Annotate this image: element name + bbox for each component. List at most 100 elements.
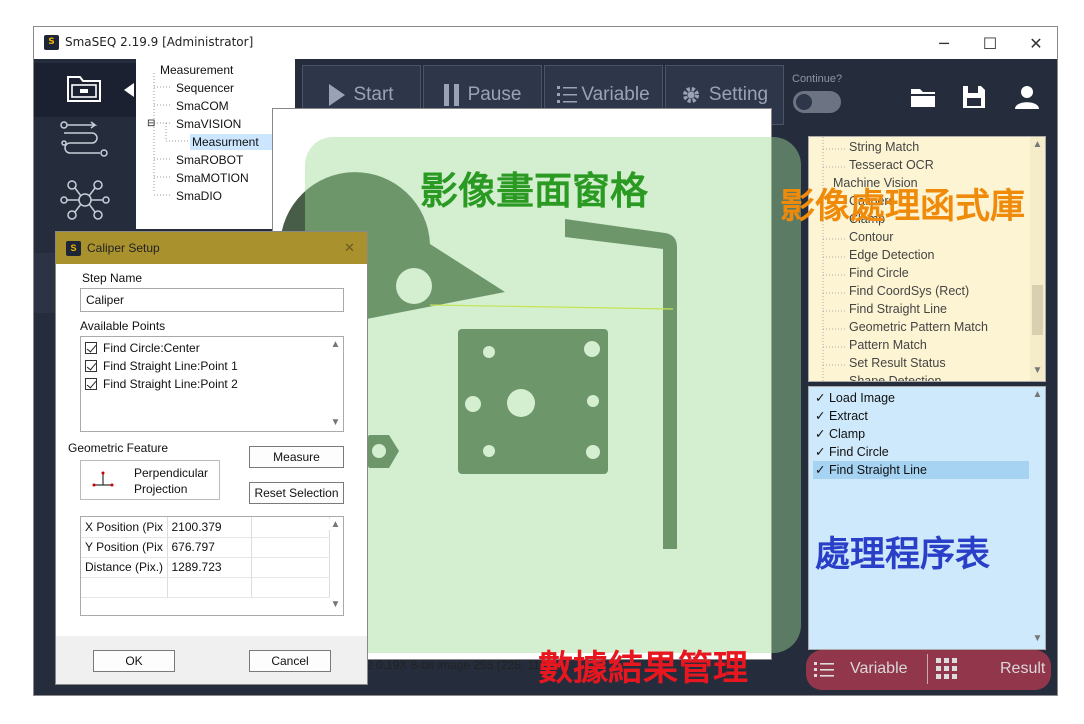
check-icon: ✓: [815, 409, 826, 423]
list-icon: [557, 86, 578, 103]
scroll-down-icon[interactable]: ▼: [1030, 633, 1045, 644]
library-item[interactable]: Find Straight Line: [849, 302, 947, 316]
open-folder-icon[interactable]: [909, 83, 937, 111]
tree-item-smarobot[interactable]: SmaROBOT: [176, 152, 243, 168]
tree-item-smacom[interactable]: SmaCOM: [176, 98, 229, 114]
reset-selection-button[interactable]: Reset Selection: [249, 482, 344, 504]
feature-name-line1: Perpendicular: [134, 466, 209, 480]
result-tab-label: Result: [1000, 660, 1046, 677]
sidebar-item-files[interactable]: [34, 63, 136, 117]
variable-tab-label: Variable: [850, 660, 908, 677]
status-bar-text: 2 0.19X 8-bit image 255 (225, 110): [366, 658, 551, 672]
setting-label: Setting: [708, 84, 769, 105]
library-item[interactable]: Tesseract OCR: [849, 158, 934, 172]
library-item[interactable]: Contour: [849, 230, 893, 244]
table-row[interactable]: Distance (Pix.) 1289.723: [81, 557, 330, 578]
scroll-up-icon[interactable]: ▲: [328, 519, 343, 530]
process-item[interactable]: ✓ Clamp: [813, 425, 1029, 443]
close-button[interactable]: ✕: [1013, 27, 1057, 59]
tree-item-sequencer[interactable]: Sequencer: [176, 80, 234, 96]
checkbox-checked[interactable]: [85, 342, 97, 354]
feature-name-line2: Projection: [134, 482, 188, 496]
function-library[interactable]: String Match Tesseract OCR Machine Visio…: [808, 136, 1046, 382]
pause-label: Pause: [467, 84, 522, 105]
result-tab[interactable]: Result: [936, 654, 1045, 684]
library-item[interactable]: String Match: [849, 140, 919, 154]
tab-divider: [927, 654, 928, 684]
checkbox-checked[interactable]: [85, 378, 97, 390]
network-icon[interactable]: [52, 177, 118, 223]
start-label: Start: [353, 84, 394, 105]
library-item[interactable]: Edge Detection: [849, 248, 934, 262]
library-scrollbar[interactable]: ▲ ▼: [1030, 137, 1045, 381]
perpendicular-icon: [92, 471, 114, 487]
library-item[interactable]: Pattern Match: [849, 338, 927, 352]
dialog-title-bar: S Caliper Setup ✕: [56, 232, 367, 264]
geometric-feature-label: Geometric Feature: [68, 441, 169, 455]
ok-button[interactable]: OK: [93, 650, 175, 672]
library-item[interactable]: Shape Detection: [849, 374, 941, 381]
library-item[interactable]: Find Circle: [849, 266, 909, 280]
process-item[interactable]: ✓ Load Image: [813, 389, 1029, 407]
table-row[interactable]: [81, 577, 330, 598]
point-item[interactable]: Find Straight Line:Point 2: [85, 375, 238, 393]
results-table: X Position (Pix 2100.379 Y Position (Pix 6…: [81, 517, 330, 598]
library-item[interactable]: Find CoordSys (Rect): [849, 284, 969, 298]
process-item-selected[interactable]: ✓ Find Straight Line: [813, 461, 1029, 479]
collapse-arrow-icon[interactable]: [124, 83, 134, 97]
check-icon: ✓: [815, 427, 826, 441]
continue-toggle[interactable]: [793, 91, 841, 113]
measure-button[interactable]: Measure: [249, 446, 344, 468]
list-icon: [814, 662, 834, 677]
tree-expander-icon[interactable]: ⊟: [147, 116, 155, 132]
app-logo-icon: S: [66, 241, 81, 256]
point-item[interactable]: Find Circle:Center: [85, 339, 200, 357]
tree-item-smadio[interactable]: SmaDIO: [176, 188, 222, 204]
tree-item-smamotion[interactable]: SmaMOTION: [176, 170, 249, 186]
step-name-label: Step Name: [82, 271, 143, 285]
workflow-icon[interactable]: [52, 119, 118, 165]
process-list[interactable]: ✓ Load Image ✓ Extract ✓ Clamp ✓ Find Ci…: [808, 386, 1046, 650]
maximize-button[interactable]: ☐: [967, 27, 1013, 59]
variable-tab[interactable]: Variable: [814, 654, 908, 684]
available-points-list[interactable]: Find Circle:Center Find Straight Line:Po…: [80, 336, 344, 432]
scroll-down-icon[interactable]: ▼: [328, 417, 343, 428]
dialog-close-button[interactable]: ✕: [344, 240, 355, 256]
scroll-down-icon[interactable]: ▼: [328, 599, 343, 610]
title-bar: S SmaSEQ 2.19.9 [Administrator] ─ ☐ ✕: [34, 27, 1057, 59]
dialog-body: Step Name Caliper Available Points Find …: [56, 264, 367, 636]
scroll-up-icon[interactable]: ▲: [328, 339, 343, 350]
annotation-image-pane: 影像畫面窗格: [420, 169, 649, 213]
annotation-results: 數據結果管理: [538, 649, 749, 689]
play-icon: [329, 84, 346, 106]
library-item[interactable]: Geometric Pattern Match: [849, 320, 988, 334]
scroll-up-icon[interactable]: ▲: [1030, 389, 1045, 400]
minimize-button[interactable]: ─: [921, 27, 967, 59]
gear-icon: [682, 87, 699, 103]
checkbox-checked[interactable]: [85, 360, 97, 372]
process-item[interactable]: ✓ Extract: [813, 407, 1029, 425]
dialog-title: Caliper Setup: [87, 241, 160, 255]
annotation-process: 處理程序表: [815, 535, 991, 575]
tree-item-measurement[interactable]: Measurement: [160, 62, 233, 78]
tree-item-smavision[interactable]: SmaVISION: [176, 116, 241, 132]
point-item[interactable]: Find Straight Line:Point 1: [85, 357, 238, 375]
results-grid[interactable]: X Position (Pix 2100.379 Y Position (Pix 6…: [80, 516, 344, 616]
available-points-label: Available Points: [80, 319, 166, 333]
step-name-input[interactable]: Caliper: [80, 288, 344, 312]
save-icon[interactable]: [960, 83, 988, 111]
check-icon: ✓: [815, 445, 826, 459]
process-item[interactable]: ✓ Find Circle: [813, 443, 1029, 461]
continue-label: Continue?: [792, 73, 843, 85]
check-icon: ✓: [815, 391, 826, 405]
grid-icon: [936, 658, 957, 679]
window-title: SmaSEQ 2.19.9 [Administrator]: [65, 35, 254, 49]
table-row[interactable]: X Position (Pix 2100.379: [81, 517, 330, 538]
app-logo-icon: S: [44, 35, 59, 50]
user-icon[interactable]: [1013, 83, 1041, 111]
library-item[interactable]: Set Result Status: [849, 356, 946, 370]
table-row[interactable]: Y Position (Pix 676.797: [81, 537, 330, 558]
cancel-button[interactable]: Cancel: [249, 650, 331, 672]
variable-label: Variable: [581, 84, 650, 105]
feature-selector[interactable]: Perpendicular Projection: [80, 460, 220, 500]
